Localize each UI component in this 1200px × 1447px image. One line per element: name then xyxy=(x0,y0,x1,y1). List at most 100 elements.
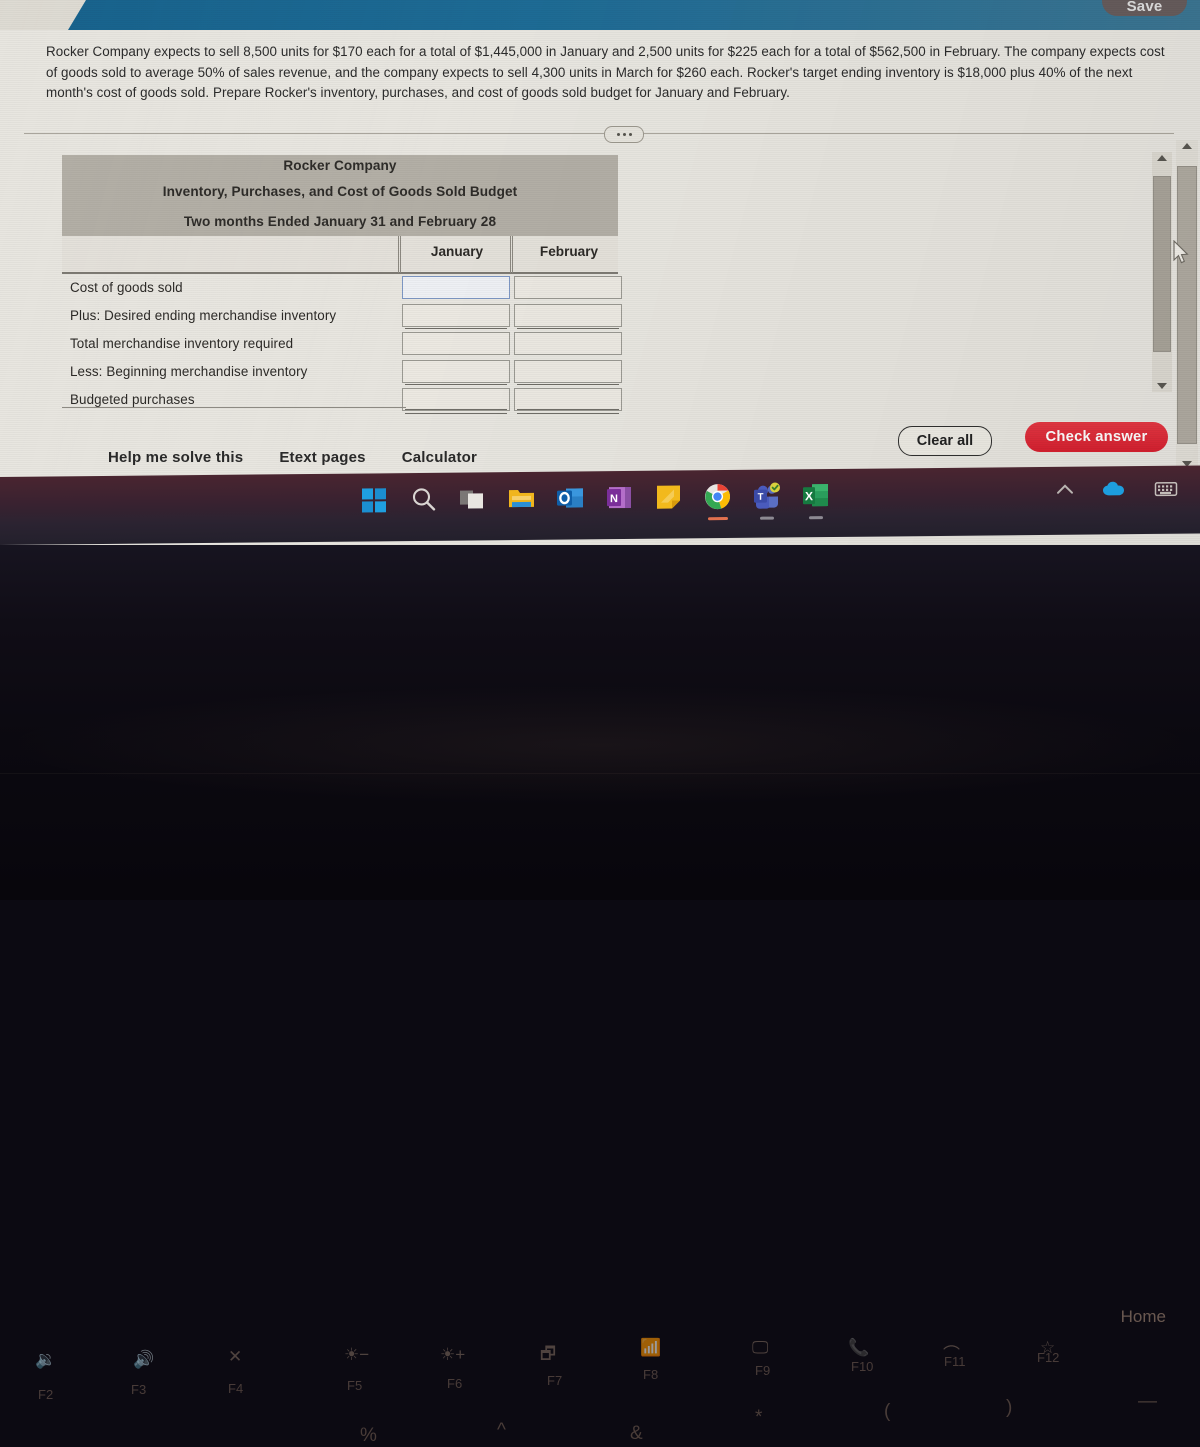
screen-key-icon: 🖵 xyxy=(752,1338,769,1357)
key-f10: F10 xyxy=(851,1359,874,1374)
wireless-key-icon: 📶 xyxy=(640,1338,662,1357)
brightness-down-key-icon: ☀− xyxy=(344,1345,370,1364)
app-header-bar: Save xyxy=(0,0,1200,30)
section-divider xyxy=(24,133,1174,134)
key-home: Home xyxy=(1120,1307,1166,1326)
row-label: Total merchandise inventory required xyxy=(70,336,294,351)
worksheet-scrollbar[interactable] xyxy=(1152,152,1172,392)
laptop-keyboard: 🔉 🔊 ✕ ☀− ☀+ 🗗 📶 🖵 📞 ⌒ ☆ F2 F3 F4 F5 F6 F… xyxy=(0,545,1200,1446)
onedrive-icon[interactable] xyxy=(1102,480,1128,503)
scrollbar-thumb[interactable] xyxy=(1177,166,1197,444)
header-left-notch xyxy=(0,0,86,30)
laptop-screen: Save Rocker Company expects to sell 8,50… xyxy=(0,0,1200,548)
chrome-icon[interactable] xyxy=(703,482,732,521)
key-f9: F9 xyxy=(755,1363,771,1378)
key-asterisk: * xyxy=(755,1407,763,1428)
key-percent: % xyxy=(360,1425,377,1446)
worksheet-company-name: Rocker Company xyxy=(283,158,397,173)
scroll-up-arrow-icon[interactable] xyxy=(1152,152,1172,164)
scroll-up-arrow-icon[interactable] xyxy=(1176,140,1198,152)
key-dash: — xyxy=(1138,1391,1157,1412)
onenote-icon[interactable]: N xyxy=(605,483,634,512)
sticky-notes-icon[interactable] xyxy=(654,482,683,511)
search-icon[interactable] xyxy=(409,485,438,514)
key-f5: F5 xyxy=(347,1378,363,1393)
taskbar-icon-group: N T X xyxy=(360,481,830,521)
key-f6: F6 xyxy=(447,1376,463,1391)
input-total-inventory-required-january[interactable] xyxy=(402,332,510,355)
outlook-icon[interactable] xyxy=(556,483,585,512)
mute-key-icon: ✕ xyxy=(228,1347,243,1366)
system-tray xyxy=(1054,480,1178,504)
running-indicator xyxy=(759,516,774,520)
worksheet-title-block: Rocker Company Inventory, Purchases, and… xyxy=(62,155,618,236)
key-f11: F11 xyxy=(944,1354,966,1369)
table-row: Total merchandise inventory required xyxy=(62,330,622,358)
scroll-down-arrow-icon[interactable] xyxy=(1152,380,1172,392)
table-row: Plus: Desired ending merchandise invento… xyxy=(62,302,622,330)
windows-start-icon[interactable] xyxy=(360,485,389,514)
input-budgeted-purchases-january[interactable] xyxy=(402,388,510,414)
touch-keyboard-icon[interactable] xyxy=(1154,480,1178,503)
key-f3: F3 xyxy=(131,1382,147,1397)
problem-statement: Rocker Company expects to sell 8,500 uni… xyxy=(46,44,1165,100)
budget-worksheet: Rocker Company Inventory, Purchases, and… xyxy=(62,155,622,414)
row-label: Plus: Desired ending merchandise invento… xyxy=(70,308,337,323)
input-total-inventory-required-february[interactable] xyxy=(514,332,622,355)
worksheet-bottom-rule xyxy=(62,407,406,408)
check-answer-button[interactable]: Check answer xyxy=(1025,422,1168,452)
tool-links: Help me solve this Etext pages Calculato… xyxy=(108,449,477,466)
input-beginning-inventory-february[interactable] xyxy=(514,360,622,385)
windows-taskbar: N T X xyxy=(0,465,1200,545)
key-f8: F8 xyxy=(643,1367,659,1382)
column-header-january: January xyxy=(430,244,484,259)
brightness-up-key-icon: ☀+ xyxy=(440,1345,466,1364)
worksheet-rows: Cost of goods sold Plus: Desired ending … xyxy=(62,274,622,414)
svg-text:X: X xyxy=(805,489,813,503)
running-indicator xyxy=(707,517,728,521)
excel-icon[interactable]: X xyxy=(801,481,830,520)
help-me-solve-this-link[interactable]: Help me solve this xyxy=(108,449,243,466)
input-desired-ending-inventory-february[interactable] xyxy=(514,304,622,329)
volume-up-key-icon: 🔊 xyxy=(133,1350,155,1369)
worksheet-column-headers: January February xyxy=(62,236,618,274)
table-row: Cost of goods sold xyxy=(62,274,622,302)
input-desired-ending-inventory-january[interactable] xyxy=(402,304,510,329)
save-button[interactable]: Save xyxy=(1102,0,1187,16)
mouse-cursor-icon xyxy=(1173,240,1189,264)
call-key-icon: 📞 xyxy=(848,1338,870,1357)
row-label: Less: Beginning merchandise inventory xyxy=(70,364,308,379)
key-f12: F12 xyxy=(1037,1350,1060,1365)
dot-icon xyxy=(628,133,632,136)
file-explorer-icon[interactable] xyxy=(507,484,536,513)
row-label: Cost of goods sold xyxy=(70,280,183,295)
key-f4: F4 xyxy=(228,1381,244,1396)
key-f2: F2 xyxy=(38,1387,54,1402)
project-display-key-icon: 🗗 xyxy=(540,1344,556,1363)
key-left-paren: ( xyxy=(884,1401,891,1422)
worksheet-title: Inventory, Purchases, and Cost of Goods … xyxy=(162,184,518,199)
calculator-link[interactable]: Calculator xyxy=(402,449,477,466)
input-cost-of-goods-sold-february[interactable] xyxy=(514,276,622,299)
etext-pages-link[interactable]: Etext pages xyxy=(279,449,365,466)
page-scrollbar[interactable] xyxy=(1176,140,1198,470)
input-budgeted-purchases-february[interactable] xyxy=(514,388,622,414)
input-cost-of-goods-sold-january[interactable] xyxy=(402,276,510,299)
table-row: Budgeted purchases xyxy=(62,386,622,414)
dot-icon xyxy=(622,133,626,136)
clear-all-button[interactable]: Clear all xyxy=(898,426,992,456)
teams-icon[interactable]: T xyxy=(752,482,781,520)
dot-icon xyxy=(616,133,620,136)
divider-more-handle[interactable] xyxy=(604,126,644,143)
scrollbar-thumb[interactable] xyxy=(1153,176,1171,352)
key-caret: ^ xyxy=(497,1420,506,1441)
laptop-photo: Save Rocker Company expects to sell 8,50… xyxy=(0,0,1200,1446)
row-label: Budgeted purchases xyxy=(70,392,195,407)
key-right-paren: ) xyxy=(1006,1397,1013,1418)
input-beginning-inventory-january[interactable] xyxy=(402,360,510,385)
task-view-icon[interactable] xyxy=(458,484,487,513)
show-hidden-icons-chevron-icon[interactable] xyxy=(1054,481,1076,504)
table-row: Less: Beginning merchandise inventory xyxy=(62,358,622,386)
key-ampersand: & xyxy=(630,1423,643,1444)
volume-down-key-icon: 🔉 xyxy=(35,1350,57,1369)
